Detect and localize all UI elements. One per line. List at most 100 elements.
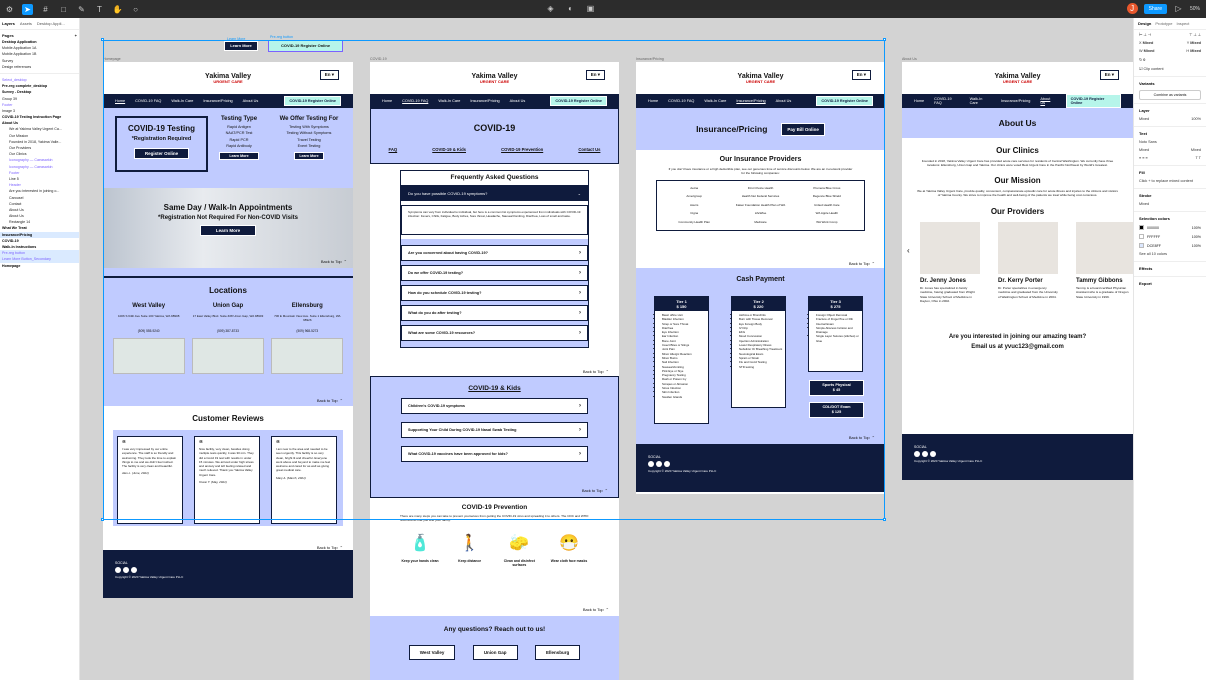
language-select[interactable]: En ▾: [851, 70, 871, 80]
w-field[interactable]: Mixed: [1144, 49, 1155, 53]
page-item[interactable]: Design references: [0, 64, 79, 70]
frame-tool-icon[interactable]: #: [40, 4, 51, 15]
facebook-icon[interactable]: [648, 461, 654, 467]
youtube-icon[interactable]: [664, 461, 670, 467]
site-logo[interactable]: Yakima Valley URGENT CARE: [472, 73, 518, 84]
faq-question[interactable]: How do you schedule COVID-19 testing? ›: [401, 285, 588, 301]
kids-question[interactable]: What COVID-19 vaccines have been approve…: [401, 446, 588, 462]
back-to-top-link[interactable]: Back to Top ⌃: [849, 261, 875, 266]
nav-item[interactable]: Home: [115, 99, 125, 103]
email-text[interactable]: Email us at yvuc123@gmail.com: [902, 344, 1133, 350]
faq-question[interactable]: Do we offer COVID-19 testing? ›: [401, 265, 588, 281]
nav-item[interactable]: Walk-In Care: [704, 99, 726, 103]
instagram-icon[interactable]: [656, 461, 662, 467]
mask-icon[interactable]: ◐: [565, 3, 576, 14]
selection-color-row[interactable]: 000000 100%: [1134, 223, 1206, 232]
nav-item[interactable]: COVID-19 FAQ: [402, 99, 428, 103]
carousel-prev-icon[interactable]: ‹: [907, 246, 910, 255]
kids-question[interactable]: Children's COVID-19 symptoms ›: [401, 398, 588, 414]
play-icon[interactable]: ▷: [1173, 3, 1184, 14]
location-map[interactable]: [112, 338, 185, 374]
nav-item[interactable]: Insurance/Pricing: [736, 99, 765, 103]
left-tab-2[interactable]: Desktop Appli...: [37, 21, 65, 26]
resize-handle[interactable]: [101, 518, 104, 521]
faq-question-open[interactable]: Do you have possible COVID-19 symptoms? ⌄: [401, 185, 588, 201]
see-all-colors-link[interactable]: See all 10 colors: [1134, 250, 1206, 258]
color-swatch[interactable]: [1139, 234, 1144, 239]
back-to-top-link[interactable]: Back to Top ⌃: [583, 369, 609, 374]
selection-color-row[interactable]: FFFFFF 100%: [1134, 232, 1206, 241]
back-to-top-link[interactable]: Back to Top ⌃: [582, 488, 608, 493]
youtube-icon[interactable]: [930, 451, 936, 457]
contact-location-button[interactable]: Ellensburg: [534, 645, 581, 660]
site-logo[interactable]: Yakima Valley URGENT CARE: [738, 73, 784, 84]
nav-item[interactable]: Home: [914, 99, 924, 103]
frame-label-covid[interactable]: COVID-19: [370, 57, 387, 61]
location-map[interactable]: [191, 338, 264, 374]
resize-handle[interactable]: [883, 518, 886, 521]
nav-item[interactable]: Home: [648, 99, 658, 103]
instagram-icon[interactable]: [123, 567, 129, 573]
testing-type-learn-more[interactable]: Learn More: [219, 151, 259, 160]
back-to-top-link[interactable]: Back to Top ⌃: [849, 435, 875, 440]
font-family-field[interactable]: Noto Sans: [1139, 140, 1157, 144]
location-map[interactable]: [271, 338, 344, 374]
faq-question[interactable]: What are some COVID-19 resources? ›: [401, 325, 588, 341]
nav-item[interactable]: About Us: [1040, 97, 1055, 105]
nav-item[interactable]: Walk-In Care: [438, 99, 460, 103]
youtube-icon[interactable]: [131, 567, 137, 573]
facebook-icon[interactable]: [914, 451, 920, 457]
resize-handle[interactable]: [101, 38, 104, 41]
left-tab-0[interactable]: Layers: [2, 21, 15, 26]
instagram-icon[interactable]: [922, 451, 928, 457]
layer-item[interactable]: Homepage: [0, 263, 79, 269]
contact-location-button[interactable]: West Valley: [408, 645, 456, 660]
share-button[interactable]: Share: [1143, 3, 1167, 14]
frame-label-homepage[interactable]: Homepage: [103, 57, 121, 61]
hand-tool-icon[interactable]: ✋: [112, 4, 123, 15]
language-select[interactable]: En ▾: [319, 70, 339, 80]
testing-offers-learn-more[interactable]: Learn More: [294, 151, 324, 160]
move-tool-icon[interactable]: ➤: [22, 3, 33, 15]
register-online-nav-button[interactable]: COVID-19 Register Online: [550, 96, 607, 106]
nav-item[interactable]: About Us: [243, 99, 259, 103]
register-online-nav-button[interactable]: COVID-19 Register Online: [1065, 94, 1121, 108]
register-online-button[interactable]: Register Online: [134, 148, 189, 159]
covid-tab[interactable]: Contact Us: [578, 147, 600, 152]
main-menu-icon[interactable]: ⚙: [4, 4, 15, 15]
shape-tool-icon[interactable]: □: [58, 4, 69, 15]
nav-item[interactable]: COVID-19 FAQ: [668, 99, 694, 103]
frame-label-about[interactable]: About Us: [902, 57, 917, 61]
resize-handle[interactable]: [883, 38, 886, 41]
opacity-field[interactable]: 100%: [1191, 117, 1201, 121]
color-swatch[interactable]: [1139, 225, 1144, 230]
pre-reg-component[interactable]: COVID-19 Register Online: [268, 40, 343, 52]
language-select[interactable]: En ▾: [1099, 70, 1119, 80]
back-to-top-link[interactable]: Back to Top ⌃: [321, 259, 347, 264]
site-logo[interactable]: Yakima Valley URGENT CARE: [995, 73, 1041, 84]
avatar[interactable]: J: [1126, 3, 1138, 14]
align-row[interactable]: ⊢ ⊥ ⊣ ⊤ ⊥ ⊥: [1134, 30, 1206, 39]
walkin-learn-more-button[interactable]: Learn More: [200, 225, 256, 236]
h-field[interactable]: Mixed: [1190, 49, 1201, 53]
pay-bill-button[interactable]: Pay Bill Online: [781, 122, 825, 136]
right-tab-1[interactable]: Prototype: [1155, 21, 1172, 26]
blend-mode[interactable]: Mixed: [1139, 117, 1149, 121]
right-tab-0[interactable]: Design: [1138, 21, 1151, 26]
nav-item[interactable]: Home: [382, 99, 392, 103]
nav-item[interactable]: Walk-In Care: [970, 97, 991, 105]
pen-tool-icon[interactable]: ✎: [76, 4, 87, 15]
font-weight-field[interactable]: Mixed: [1139, 148, 1149, 152]
learn-more-component[interactable]: Learn More: [224, 41, 258, 51]
stroke-value[interactable]: Mixed: [1139, 202, 1149, 206]
register-online-nav-button[interactable]: COVID-19 Register Online: [284, 96, 341, 106]
nav-item[interactable]: About Us: [510, 99, 526, 103]
kids-question[interactable]: Supporting Your Child During COVID-19 Na…: [401, 422, 588, 438]
frame-label-insurance[interactable]: Insurance/Pricing: [636, 57, 664, 61]
frame-label-pre-reg[interactable]: Pre-reg button: [270, 35, 293, 39]
component-icon[interactable]: ◈: [545, 3, 556, 14]
boolean-icon[interactable]: ▣: [585, 3, 596, 14]
covid-tab[interactable]: COVID-19 & Kids: [432, 147, 466, 152]
clip-checkbox[interactable]: ☑: [1139, 67, 1142, 71]
text-tool-icon[interactable]: T: [94, 4, 105, 15]
